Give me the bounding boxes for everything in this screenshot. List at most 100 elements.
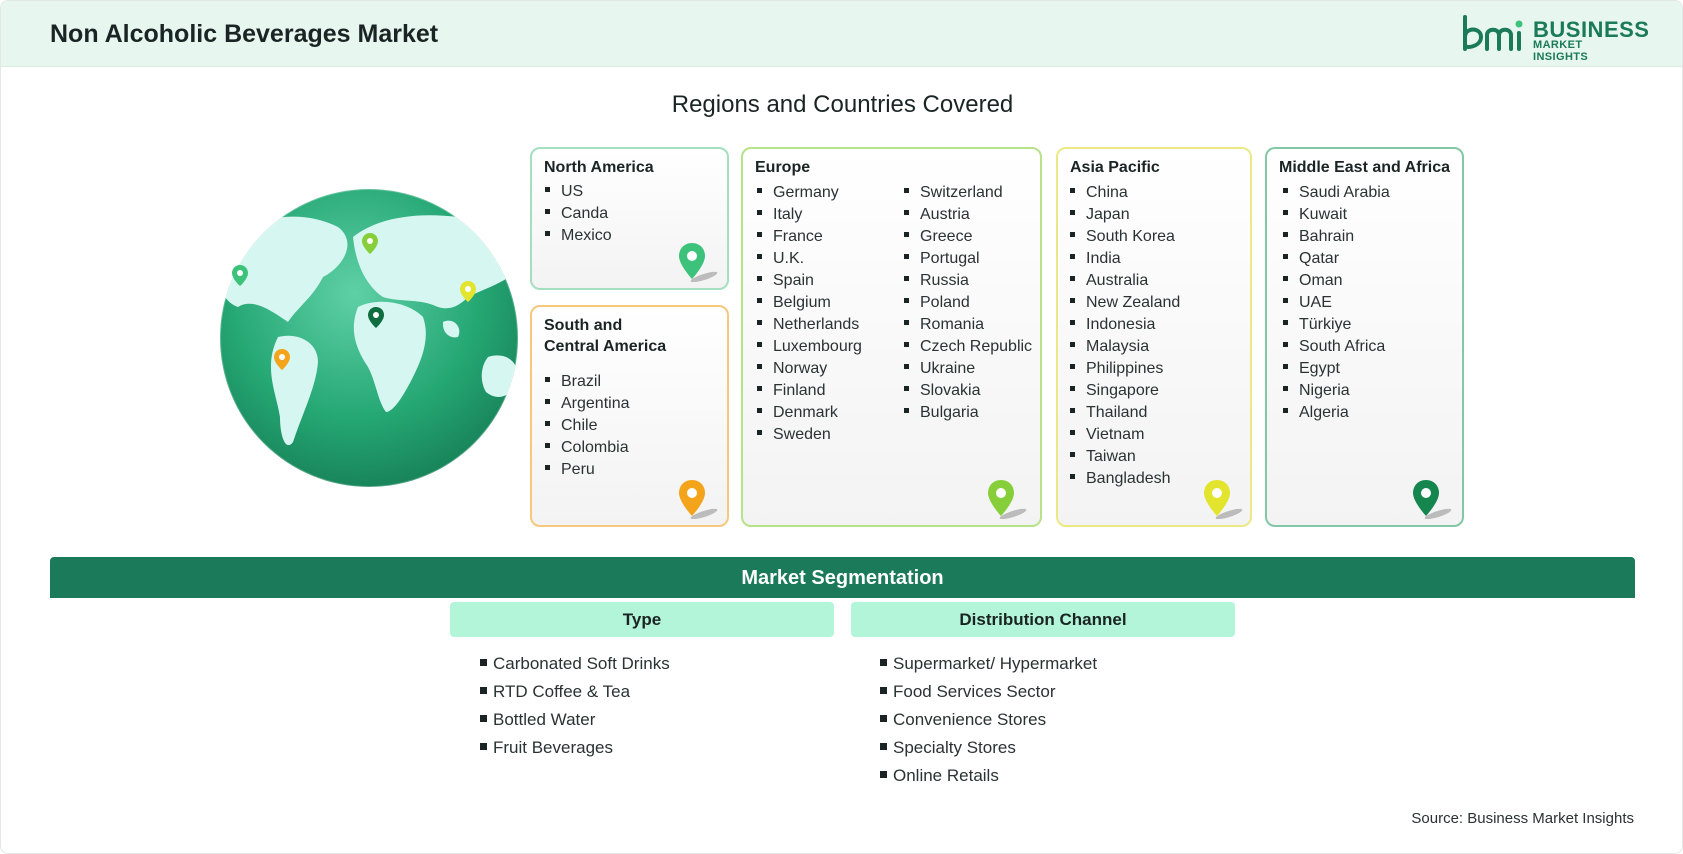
country-item: Nigeria bbox=[1283, 380, 1390, 402]
country-item: Vietnam bbox=[1070, 424, 1180, 446]
location-pin-icon bbox=[679, 243, 718, 282]
segment-item: RTD Coffee & Tea bbox=[480, 678, 670, 706]
segment-item: Online Retails bbox=[880, 762, 1097, 790]
market-segmentation-bar: Market Segmentation bbox=[50, 557, 1635, 598]
country-item: Ukraine bbox=[904, 358, 1032, 380]
country-item: Romania bbox=[904, 314, 1032, 336]
country-item: Qatar bbox=[1283, 248, 1390, 270]
country-list-col2: Switzerland Austria Greece Portugal Russ… bbox=[904, 182, 1032, 424]
segment-header-distribution-channel: Distribution Channel bbox=[851, 602, 1235, 637]
country-item: Switzerland bbox=[904, 182, 1032, 204]
country-item: Denmark bbox=[757, 402, 862, 424]
country-list: China Japan South Korea India Australia … bbox=[1070, 182, 1180, 490]
country-item: Egypt bbox=[1283, 358, 1390, 380]
country-item: UAE bbox=[1283, 292, 1390, 314]
country-item: Chile bbox=[545, 415, 630, 437]
region-title-line: Central America bbox=[544, 338, 667, 355]
segment-item: Convenience Stores bbox=[880, 706, 1097, 734]
location-pin-icon bbox=[679, 480, 718, 519]
country-item: Slovakia bbox=[904, 380, 1032, 402]
country-item: Philippines bbox=[1070, 358, 1180, 380]
region-card-south-central-america: South and Central America Brazil Argenti… bbox=[530, 305, 729, 527]
infographic-frame: Non Alcoholic Beverages Market BUSINESS … bbox=[0, 0, 1683, 854]
region-card-north-america: North America US Canda Mexico bbox=[530, 147, 729, 290]
country-item: Czech Republic bbox=[904, 336, 1032, 358]
region-title: Asia Pacific bbox=[1070, 159, 1160, 176]
segment-item: Fruit Beverages bbox=[480, 734, 670, 762]
country-item: Taiwan bbox=[1070, 446, 1180, 468]
header-bar: Non Alcoholic Beverages Market BUSINESS … bbox=[1, 1, 1682, 67]
bmi-logo-icon bbox=[1463, 15, 1523, 51]
country-item: Japan bbox=[1070, 204, 1180, 226]
segment-item: Food Services Sector bbox=[880, 678, 1097, 706]
country-item: Türkiye bbox=[1283, 314, 1390, 336]
country-item: Kuwait bbox=[1283, 204, 1390, 226]
region-title: South and Central America bbox=[544, 315, 666, 357]
country-item: Russia bbox=[904, 270, 1032, 292]
location-pin-icon bbox=[1413, 480, 1452, 519]
country-item: Bulgaria bbox=[904, 402, 1032, 424]
country-item: US bbox=[545, 181, 612, 203]
segment-item: Bottled Water bbox=[480, 706, 670, 734]
country-item: Netherlands bbox=[757, 314, 862, 336]
country-item: Finland bbox=[757, 380, 862, 402]
country-item: Malaysia bbox=[1070, 336, 1180, 358]
country-item: Mexico bbox=[545, 225, 612, 247]
country-item: Italy bbox=[757, 204, 862, 226]
country-item: Germany bbox=[757, 182, 862, 204]
country-item: Bangladesh bbox=[1070, 468, 1180, 490]
country-item: Colombia bbox=[545, 437, 630, 459]
bmi-logo: BUSINESS MARKET INSIGHTS bbox=[1461, 15, 1649, 63]
segment-item: Carbonated Soft Drinks bbox=[480, 650, 670, 678]
regions-title: Regions and Countries Covered bbox=[671, 91, 1014, 118]
country-item: Canda bbox=[545, 203, 612, 225]
country-item: Peru bbox=[545, 459, 630, 481]
country-item: Norway bbox=[757, 358, 862, 380]
country-item: New Zealand bbox=[1070, 292, 1180, 314]
region-card-middle-east-africa: Middle East and Africa Saudi Arabia Kuwa… bbox=[1265, 147, 1464, 527]
segment-item: Supermarket/ Hypermarket bbox=[880, 650, 1097, 678]
country-item: India bbox=[1070, 248, 1180, 270]
country-item: Spain bbox=[757, 270, 862, 292]
country-item: Portugal bbox=[904, 248, 1032, 270]
country-list-col1: Germany Italy France U.K. Spain Belgium … bbox=[757, 182, 862, 446]
region-card-asia-pacific: Asia Pacific China Japan South Korea Ind… bbox=[1056, 147, 1252, 527]
distribution-segment-list: Supermarket/ Hypermarket Food Services S… bbox=[880, 650, 1097, 790]
country-item: Poland bbox=[904, 292, 1032, 314]
region-card-europe: Europe Germany Italy France U.K. Spain B… bbox=[741, 147, 1042, 527]
country-item: Sweden bbox=[757, 424, 862, 446]
country-item: Greece bbox=[904, 226, 1032, 248]
country-item: Argentina bbox=[545, 393, 630, 415]
country-list: Saudi Arabia Kuwait Bahrain Qatar Oman U… bbox=[1283, 182, 1390, 424]
country-item: Singapore bbox=[1070, 380, 1180, 402]
country-item: U.K. bbox=[757, 248, 862, 270]
country-item: France bbox=[757, 226, 862, 248]
country-item: Luxembourg bbox=[757, 336, 862, 358]
country-item: Indonesia bbox=[1070, 314, 1180, 336]
region-title: North America bbox=[544, 159, 654, 176]
country-item: South Africa bbox=[1283, 336, 1390, 358]
country-item: Belgium bbox=[757, 292, 862, 314]
market-segmentation-title: Market Segmentation bbox=[741, 567, 944, 589]
segment-header-type: Type bbox=[450, 602, 834, 637]
country-list: Brazil Argentina Chile Colombia Peru bbox=[545, 371, 630, 481]
page-title: Non Alcoholic Beverages Market bbox=[50, 20, 439, 48]
country-item: South Korea bbox=[1070, 226, 1180, 248]
country-item: Bahrain bbox=[1283, 226, 1390, 248]
country-item: Oman bbox=[1283, 270, 1390, 292]
region-title: Europe bbox=[755, 159, 811, 176]
source-note: Source: Business Market Insights bbox=[1411, 810, 1634, 827]
country-item: China bbox=[1070, 182, 1180, 204]
country-item: Saudi Arabia bbox=[1283, 182, 1390, 204]
region-title: Middle East and Africa bbox=[1279, 159, 1450, 176]
logo-text-market-insights: MARKET INSIGHTS bbox=[1533, 39, 1589, 63]
region-title-line: South and bbox=[544, 317, 623, 334]
country-item: Algeria bbox=[1283, 402, 1390, 424]
globe-illustration bbox=[219, 188, 519, 488]
country-item: Austria bbox=[904, 204, 1032, 226]
location-pin-icon bbox=[1204, 480, 1243, 519]
country-item: Australia bbox=[1070, 270, 1180, 292]
country-list: US Canda Mexico bbox=[545, 181, 612, 247]
country-item: Thailand bbox=[1070, 402, 1180, 424]
segment-item: Specialty Stores bbox=[880, 734, 1097, 762]
